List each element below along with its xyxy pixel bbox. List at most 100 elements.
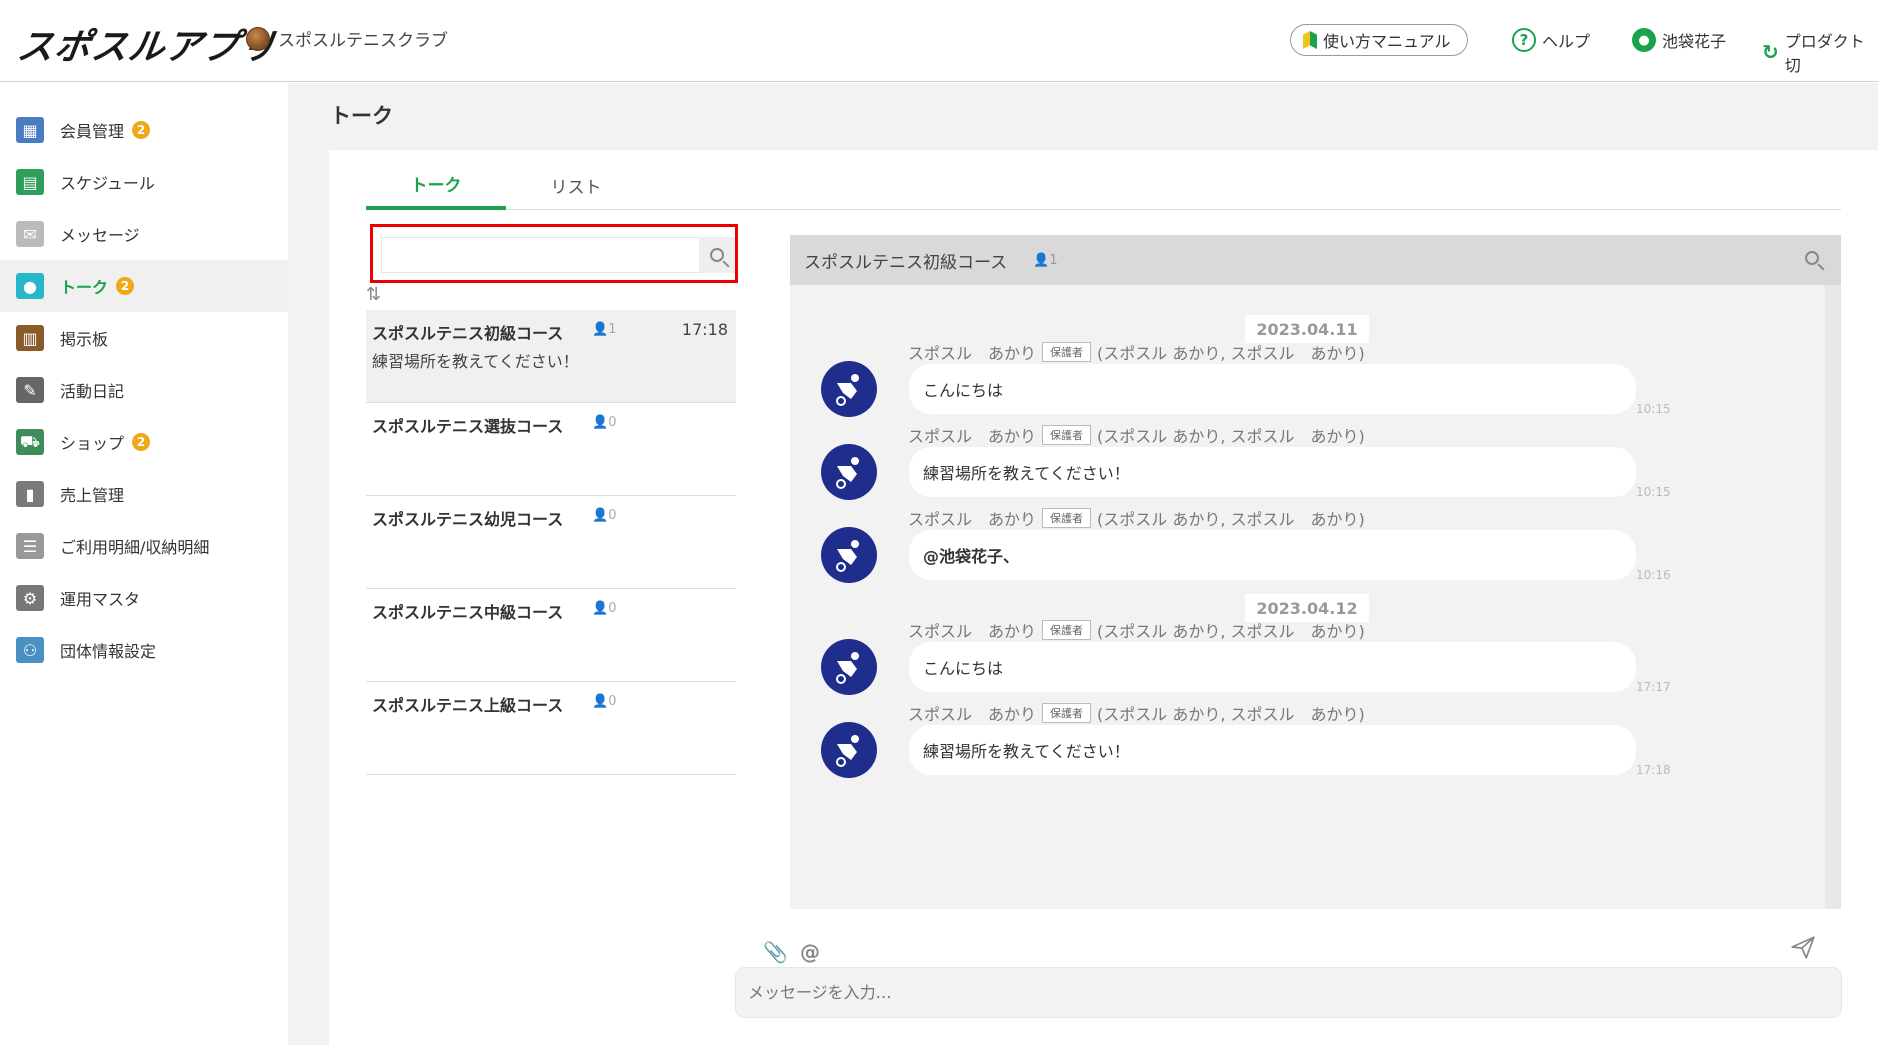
send-icon[interactable]	[1790, 934, 1816, 960]
sidebar-item-label: メッセージ	[60, 226, 140, 245]
message-input[interactable]	[735, 967, 1842, 1018]
mail-icon: ✉	[16, 221, 44, 247]
room-item[interactable]: スポスルテニス選抜コース 👤0	[366, 403, 736, 496]
message-bubble[interactable]: 練習場所を教えてください！	[909, 447, 1636, 497]
room-name: スポスルテニス中級コース	[372, 603, 564, 622]
sender-children: (スポスル あかり, スポスル あかり)	[1097, 622, 1365, 641]
sender-name: スポスル あかり	[908, 622, 1037, 641]
message-bubble[interactable]: 練習場所を教えてください！	[909, 725, 1636, 775]
club-name: スポスルテニスクラブ	[278, 31, 448, 51]
sidebar-item-10[interactable]: ⚇ 団体情報設定	[0, 624, 288, 676]
sidebar-item-label: 団体情報設定	[60, 642, 157, 661]
app-header: スポスルアプリ スポスルテニスクラブ 使い方マニュアル ? ヘルプ ● 池袋花子…	[0, 0, 1878, 82]
room-name: スポスルテニス初級コース	[372, 324, 564, 343]
attach-icon[interactable]: 📎	[763, 940, 788, 964]
tab-talk[interactable]: トーク	[366, 160, 506, 210]
sidebar-item-9[interactable]: ⚙ 運用マスタ	[0, 572, 288, 624]
user-name: 池袋花子	[1662, 32, 1727, 51]
beginner-leaf-icon	[1303, 31, 1317, 49]
sender-name: スポスル あかり	[908, 510, 1037, 529]
mention-icon[interactable]: @	[800, 940, 820, 964]
message-sender: スポスル あかり 保護者 (スポスル あかり, スポスル あかり)	[908, 340, 1365, 364]
avatar[interactable]	[821, 527, 877, 583]
manual-button[interactable]: 使い方マニュアル	[1290, 24, 1468, 56]
product-switch-link[interactable]: ↻ プロダクト切	[1762, 28, 1878, 76]
sort-icon[interactable]: ⇅	[366, 284, 381, 305]
sidebar-item-8[interactable]: ☰ ご利用明細/収納明細	[0, 520, 288, 572]
message-bubble[interactable]: こんにちは	[909, 642, 1636, 692]
room-search-button[interactable]	[699, 237, 735, 273]
help-icon: ?	[1512, 28, 1536, 52]
sidebar-item-label: トーク	[60, 278, 109, 297]
room-member-count: 👤0	[592, 694, 617, 709]
sender-role-tag: 保護者	[1042, 508, 1092, 528]
sidebar-item-4[interactable]: ▥ 掲示板	[0, 312, 288, 364]
room-member-count: 👤0	[592, 415, 617, 430]
chat-search-icon[interactable]	[1805, 251, 1819, 265]
avatar[interactable]	[821, 444, 877, 500]
sidebar-item-label: スケジュール	[60, 174, 155, 193]
message-time: 10:15	[1636, 485, 1671, 499]
user-menu[interactable]: ● 池袋花子	[1632, 28, 1726, 52]
search-icon	[710, 248, 724, 262]
avatar[interactable]	[821, 722, 877, 778]
sidebar: ▦ 会員管理 2 ▤ スケジュール ✉ メッセージ ● トーク 2 ▥ 掲示板 ✎ 活動日記 ⛟ ショップ 2 ▮…	[0, 83, 288, 1045]
club-icon	[246, 26, 270, 51]
room-member-count: 👤0	[592, 601, 617, 616]
room-item[interactable]: スポスルテニス初級コース 👤1 17:18 練習場所を教えてください！	[366, 310, 736, 403]
sidebar-item-3[interactable]: ● トーク 2	[0, 260, 288, 312]
sidebar-item-0[interactable]: ▦ 会員管理 2	[0, 104, 288, 156]
room-member-count: 👤1	[592, 322, 617, 337]
sync-icon: ↻	[1762, 40, 1779, 64]
room-last-message: 練習場所を教えてください！	[372, 352, 579, 371]
room-time: 17:18	[681, 320, 728, 339]
message-sender: スポスル あかり 保護者 (スポスル あかり, スポスル あかり)	[908, 618, 1365, 642]
board-icon: ▥	[16, 325, 44, 351]
calendar-icon: ▤	[16, 169, 44, 195]
sidebar-item-label: 運用マスタ	[60, 590, 141, 609]
message-sender: スポスル あかり 保護者 (スポスル あかり, スポスル あかり)	[908, 701, 1365, 725]
chat-header: スポスルテニス初級コース 👤1	[790, 235, 1841, 285]
sidebar-item-1[interactable]: ▤ スケジュール	[0, 156, 288, 208]
sidebar-item-label: ご利用明細/収納明細	[60, 538, 210, 557]
help-label: ヘルプ	[1542, 32, 1591, 51]
tab-list[interactable]: リスト	[506, 160, 646, 210]
sidebar-item-2[interactable]: ✉ メッセージ	[0, 208, 288, 260]
room-search-input[interactable]	[381, 237, 701, 273]
room-item[interactable]: スポスルテニス上級コース 👤0	[366, 682, 736, 775]
message-bubble[interactable]: @池袋花子、	[909, 530, 1636, 580]
sender-role-tag: 保護者	[1042, 620, 1092, 640]
receipt-icon: ☰	[16, 533, 44, 559]
sidebar-item-5[interactable]: ✎ 活動日記	[0, 364, 288, 416]
room-item[interactable]: スポスルテニス幼児コース 👤0	[366, 496, 736, 589]
message-time: 17:17	[1636, 680, 1671, 694]
sender-children: (スポスル あかり, スポスル あかり)	[1097, 510, 1365, 529]
help-link[interactable]: ? ヘルプ	[1512, 28, 1590, 52]
message-bubble[interactable]: こんにちは	[909, 364, 1636, 414]
product-switch-label: プロダクト切	[1784, 32, 1865, 75]
club-selector[interactable]: スポスルテニスクラブ	[246, 26, 448, 51]
message-time: 10:16	[1636, 568, 1671, 582]
app-logo[interactable]: スポスルアプリ	[14, 18, 280, 70]
members-icon: ▦	[16, 117, 44, 143]
notification-badge: 2	[132, 433, 151, 451]
sidebar-item-6[interactable]: ⛟ ショップ 2	[0, 416, 288, 468]
room-search-highlight	[370, 224, 738, 283]
message-sender: スポスル あかり 保護者 (スポスル あかり, スポスル あかり)	[908, 423, 1365, 447]
talk-icon: ●	[16, 273, 44, 299]
page-title: トーク	[330, 104, 393, 128]
avatar[interactable]	[821, 639, 877, 695]
chat-scrollbar[interactable]	[1825, 285, 1841, 909]
sidebar-item-label: 会員管理	[60, 122, 125, 141]
sender-children: (スポスル あかり, スポスル あかり)	[1097, 427, 1365, 446]
sidebar-item-7[interactable]: ▮ 売上管理	[0, 468, 288, 520]
room-name: スポスルテニス幼児コース	[372, 510, 564, 529]
sidebar-item-label: 掲示板	[60, 330, 109, 349]
notification-badge: 2	[116, 277, 135, 295]
room-item[interactable]: スポスルテニス中級コース 👤0	[366, 589, 736, 682]
sender-name: スポスル あかり	[908, 344, 1037, 363]
date-separator: 2023.04.11	[1245, 315, 1369, 343]
sender-role-tag: 保護者	[1042, 703, 1092, 723]
avatar[interactable]	[821, 361, 877, 417]
tab-bar: トーク リスト	[366, 160, 1841, 210]
